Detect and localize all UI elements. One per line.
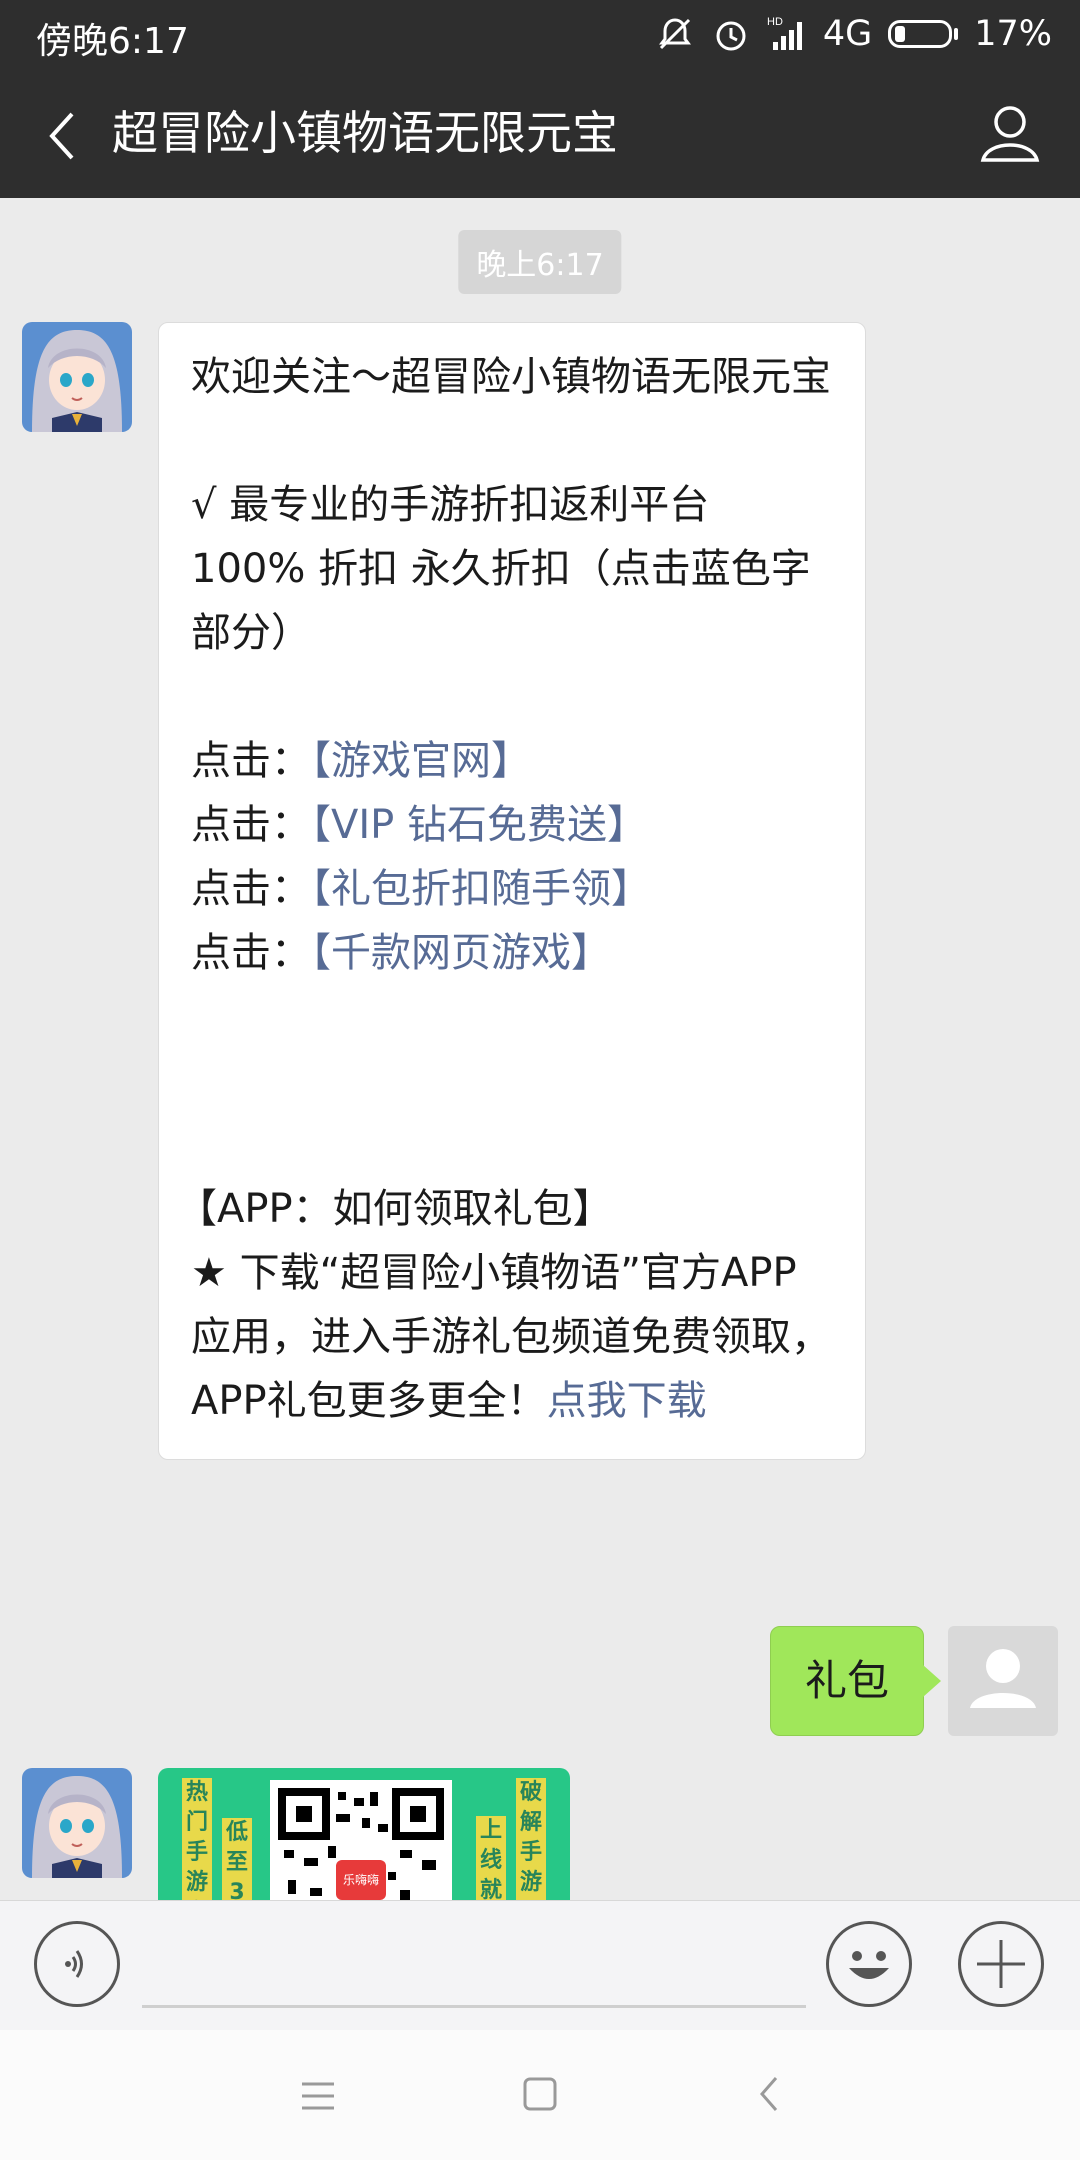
link-vip-diamonds[interactable]: 【VIP 钻石免费送】 xyxy=(311,802,647,848)
page-title: 超冒险小镇物语无限元宝 xyxy=(112,106,618,160)
qr-code-icon: 乐嗨嗨 xyxy=(278,1788,444,1900)
back-icon[interactable] xyxy=(752,2074,788,2114)
anime-avatar-icon xyxy=(22,1768,132,1878)
qr-code: 乐嗨嗨 xyxy=(270,1780,452,1900)
status-bar: 傍晚6:17 HD 4G 17% xyxy=(0,0,1080,68)
user-avatar[interactable] xyxy=(948,1626,1058,1736)
message-bubble-reply[interactable]: 礼包 xyxy=(769,1626,942,1736)
intro-line-2: 100% 折扣 永久折扣（点击蓝色字部分） xyxy=(191,546,811,656)
promo-strip-left-2: 低至3折 xyxy=(222,1818,252,1900)
plus-button[interactable] xyxy=(958,1921,1044,2007)
network-type: 4G xyxy=(822,14,873,54)
promo-strip-right-1: 上线就送 xyxy=(476,1816,506,1900)
menu-icon[interactable] xyxy=(300,2078,336,2114)
official-account-avatar-2[interactable] xyxy=(22,1768,132,1878)
chat-area[interactable]: 晚上6:17 欢迎关注～超冒险小镇物语无限元宝 √ 最专业的手游折扣返利平台 1… xyxy=(0,198,1080,1900)
click-prefix: 点击： xyxy=(191,738,311,784)
title-bar: 超冒险小镇物语无限元宝 xyxy=(0,68,1080,198)
link-official-site[interactable]: 【游戏官网】 xyxy=(311,738,531,784)
default-person-icon xyxy=(970,1649,1036,1708)
voice-icon xyxy=(65,1950,83,1978)
svg-text:HD: HD xyxy=(767,16,783,28)
app-description: ★ 下载“超冒险小镇物语”官方APP应用，进入手游礼包频道免费领取，APP礼包更… xyxy=(191,1241,835,1433)
click-prefix: 点击： xyxy=(191,930,311,976)
official-account-avatar[interactable] xyxy=(22,322,132,432)
intro-line-1: √ 最专业的手游折扣返利平台 xyxy=(191,482,710,528)
message-timestamp: 晚上6:17 xyxy=(458,230,622,294)
input-bar xyxy=(0,1900,1080,2031)
anime-avatar-icon xyxy=(22,322,132,432)
status-time: 傍晚6:17 xyxy=(36,21,189,62)
link-web-games[interactable]: 【千款网页游戏】 xyxy=(311,930,611,976)
system-nav-bar xyxy=(0,2030,1080,2160)
link-line-2: 点击：【VIP 钻石免费送】 xyxy=(191,793,835,857)
battery-tip xyxy=(954,28,959,40)
message-input[interactable] xyxy=(142,2005,806,2008)
home-icon[interactable] xyxy=(522,2076,558,2112)
promo-image-card[interactable]: 热门手游自动 低至3折 乐嗨嗨 xyxy=(158,1768,570,1900)
hd-signal-icon: HD xyxy=(767,16,802,50)
link-line-4: 点击：【千款网页游戏】 xyxy=(191,921,835,985)
click-prefix: 点击： xyxy=(191,866,311,912)
status-icons: HD 4G 17% xyxy=(655,10,1052,58)
chevron-left-icon[interactable] xyxy=(34,106,94,166)
app-text: ★ 下载“超冒险小镇物语”官方APP应用，进入手游礼包频道免费领取，APP礼包更… xyxy=(191,1250,831,1424)
app-heading: 【APP：如何领取礼包】 xyxy=(177,1186,613,1232)
promo-strip-left-1: 热门手游自动 xyxy=(182,1778,212,1900)
click-prefix: 点击： xyxy=(191,802,311,848)
link-gift-discount[interactable]: 【礼包折扣随手领】 xyxy=(311,866,651,912)
link-download[interactable]: 点我下载 xyxy=(547,1378,707,1424)
battery-icon xyxy=(888,20,953,48)
plus-icon xyxy=(977,1940,1025,1988)
battery-percent: 17% xyxy=(974,14,1052,54)
mute-icon xyxy=(658,18,691,50)
alarm-icon xyxy=(716,21,746,51)
person-icon[interactable] xyxy=(980,102,1040,164)
voice-button[interactable] xyxy=(34,1921,120,2007)
welcome-text: 欢迎关注～超冒险小镇物语无限元宝 xyxy=(191,354,831,400)
link-line-3: 点击：【礼包折扣随手领】 xyxy=(191,857,835,921)
promo-strip-right-2: 破解手游满V xyxy=(516,1778,546,1900)
emoji-button[interactable] xyxy=(826,1921,912,2007)
emoji-icon xyxy=(849,1951,889,1979)
message-bubble-welcome[interactable]: 欢迎关注～超冒险小镇物语无限元宝 √ 最专业的手游折扣返利平台 100% 折扣 … xyxy=(158,322,866,1460)
qr-logo-label: 乐嗨嗨 xyxy=(343,1873,379,1887)
link-line-1: 点击：【游戏官网】 xyxy=(191,729,835,793)
